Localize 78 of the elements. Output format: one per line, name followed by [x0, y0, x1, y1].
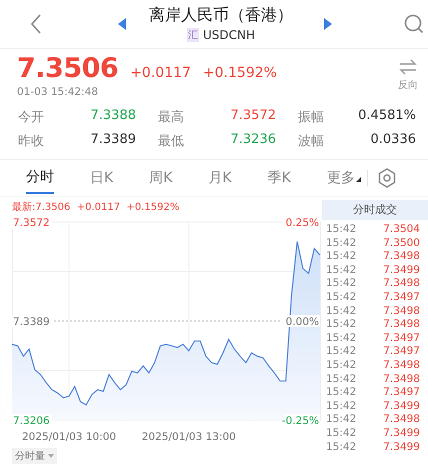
- previous-arrow-icon[interactable]: [118, 18, 126, 30]
- trades-header: 分时成交: [322, 200, 428, 220]
- current-price: 7.3506: [17, 52, 118, 84]
- trade-price: 7.3499: [383, 264, 420, 278]
- trade-time: 15:42: [326, 332, 356, 346]
- trade-time: 15:42: [326, 223, 356, 237]
- stat-value: 7.3236: [230, 132, 276, 149]
- trade-time: 15:42: [326, 372, 356, 386]
- stat-label: 最低: [158, 132, 184, 150]
- trade-time: 15:42: [326, 304, 356, 318]
- trade-time: 15:42: [326, 290, 356, 305]
- trade-price: 7.3498: [383, 250, 420, 264]
- trade-time: 15:42: [326, 318, 356, 332]
- stat-label: 昨收: [18, 132, 44, 150]
- trade-price: 7.3504: [383, 223, 420, 237]
- trade-price: 7.3499: [383, 426, 420, 440]
- axis-price-label: 7.3389: [13, 316, 50, 328]
- caret-icon[interactable]: [356, 176, 361, 182]
- trade-price: 7.3499: [383, 400, 420, 414]
- chart-tab[interactable]: 周K: [149, 162, 172, 193]
- trade-price: 7.3497: [383, 386, 420, 400]
- swap-icon[interactable]: [399, 58, 417, 75]
- trade-price: 7.3497: [383, 290, 420, 305]
- volume-dropdown[interactable]: 分时量: [12, 448, 57, 464]
- search-icon[interactable]: [404, 14, 424, 34]
- axis-percent-label: 0.00%: [286, 316, 319, 328]
- reverse-label[interactable]: 反向: [398, 78, 418, 92]
- stat-value: 7.3388: [90, 108, 136, 125]
- axis-price-label: 7.3206: [13, 415, 50, 427]
- time-axis-label: 2025/01/03 13:00: [142, 431, 236, 443]
- stat-label: 振幅: [298, 108, 324, 126]
- chart-tab[interactable]: 分时: [26, 162, 54, 194]
- percent-change: +0.1592%: [202, 64, 277, 81]
- trade-price: 7.3498: [383, 358, 420, 373]
- stat-value: 7.3572: [230, 108, 276, 125]
- quote-time: 01-03 15:42:48: [17, 86, 100, 98]
- trade-price: 7.3497: [383, 332, 420, 346]
- trade-time: 15:42: [326, 345, 356, 359]
- chart-tab[interactable]: 季K: [268, 162, 291, 193]
- more-menu[interactable]: 更多: [326, 162, 361, 193]
- stat-value: 0.4581%: [358, 108, 416, 125]
- stat-label: 波幅: [298, 132, 324, 150]
- trade-time: 15:42: [326, 250, 356, 264]
- axis-percent-label: -0.25%: [282, 415, 319, 427]
- next-arrow-icon[interactable]: [324, 18, 332, 30]
- trade-time: 15:42: [326, 236, 356, 250]
- axis-price-label: 7.3572: [13, 217, 50, 229]
- trade-time: 15:42: [326, 358, 356, 373]
- trade-time: 15:42: [326, 400, 356, 414]
- trade-time: 15:42: [326, 386, 356, 400]
- price-change: +0.0117: [130, 64, 191, 81]
- stat-value: 0.0336: [370, 132, 416, 149]
- trade-time: 15:42: [326, 277, 356, 291]
- trade-price: 7.3497: [383, 345, 420, 359]
- time-axis-label: 2025/01/03 10:00: [22, 431, 116, 443]
- trade-price: 7.3500: [383, 236, 420, 250]
- forex-tag: 汇: [186, 28, 199, 42]
- axis-percent-label: 0.25%: [286, 217, 319, 229]
- trade-time: 15:42: [326, 264, 356, 278]
- chart-tab[interactable]: 日K: [90, 162, 114, 193]
- page-title: 离岸人民币（香港）: [149, 5, 293, 26]
- stat-label: 最高: [158, 108, 184, 126]
- latest-quote: 最新:7.3506 +0.0117 +0.1592%: [12, 200, 180, 214]
- trade-price: 7.3498: [383, 372, 420, 386]
- chart-tab[interactable]: 月K: [208, 162, 232, 193]
- stat-value: 7.3389: [90, 132, 136, 149]
- back-icon[interactable]: [30, 12, 42, 35]
- trade-price: 7.3498: [383, 277, 420, 291]
- trade-price: 7.3499: [383, 440, 420, 454]
- trade-price: 7.3498: [383, 413, 420, 427]
- trade-time: 15:42: [326, 426, 356, 440]
- trade-price: 7.3498: [383, 304, 420, 318]
- symbol-code: USDCNH: [202, 28, 256, 42]
- trade-price: 7.3498: [383, 318, 420, 332]
- stat-label: 今开: [18, 108, 44, 126]
- trade-time: 15:42: [326, 413, 356, 427]
- settings-icon[interactable]: [378, 168, 396, 188]
- trade-time: 15:42: [326, 440, 356, 454]
